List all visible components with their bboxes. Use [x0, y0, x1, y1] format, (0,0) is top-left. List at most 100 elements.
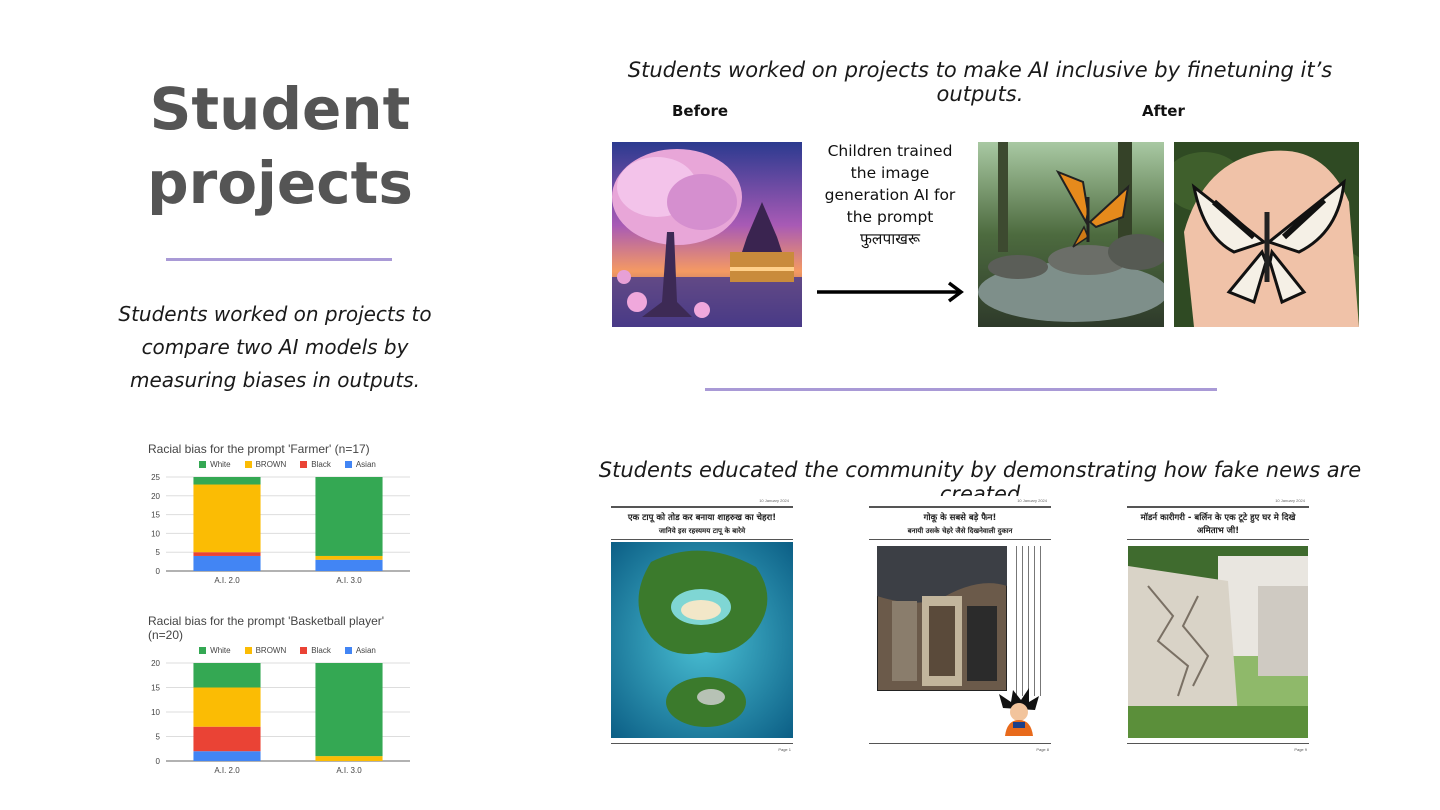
legend-item-white: White	[199, 646, 231, 655]
chart-svg: 0 5 10 15 20 A.I. 2.0 A.I. 3.0	[151, 659, 410, 775]
arrow-right-icon	[817, 281, 964, 303]
legend-item-asian: Asian	[344, 460, 376, 469]
legend-label: White	[210, 460, 231, 469]
bar-asian-a-i-2-0	[193, 555, 261, 571]
legend-swatch	[300, 461, 308, 468]
section-divider	[705, 388, 1217, 391]
newspaper-date: 10 January 2024	[1275, 498, 1305, 503]
legend-swatch	[300, 647, 308, 654]
fantasy-temple-tree-image	[612, 142, 802, 327]
bar-black-a-i-2-0	[193, 552, 261, 556]
divider	[611, 506, 793, 508]
after-image-2	[1174, 142, 1359, 327]
page-stripes	[1011, 546, 1045, 696]
bar-brown-a-i-2-0	[193, 484, 261, 553]
newspaper-page-3: 10 January 2024 मॉडर्न कारीगरी - बर्लिन …	[1127, 496, 1309, 752]
y-tick-label: 20	[151, 492, 160, 501]
bar-brown-a-i-3-0	[315, 756, 383, 761]
training-explanation: Children trained the image generation AI…	[824, 142, 956, 248]
goku-character-icon	[999, 688, 1039, 736]
bar-white-a-i-3-0	[315, 477, 383, 556]
chart-title: Racial bias for the prompt 'Farmer' (n=1…	[148, 442, 370, 456]
top-caption: Students worked on projects to make AI i…	[627, 58, 1333, 106]
y-tick-label: 25	[151, 473, 160, 482]
legend-label: Black	[311, 646, 331, 655]
newspaper-headline: मॉडर्न कारीगरी - बर्लिन के एक टूटे हुए घ…	[1127, 512, 1309, 538]
y-tick-label: 10	[151, 708, 160, 717]
page-title: Student projects	[147, 75, 413, 217]
y-tick-label: 5	[156, 548, 161, 557]
legend-swatch	[244, 647, 252, 654]
legend-swatch	[344, 461, 352, 468]
headline-text: गोकू के सबसे बड़े फैन!	[923, 513, 997, 523]
headline-text: एक टापू को तोड कर बनाया शाहरुख का चेहरा!	[627, 513, 777, 523]
y-tick-label: 10	[151, 529, 160, 538]
y-tick-label: 20	[151, 659, 160, 668]
legend-item-brown: BROWN	[244, 646, 287, 655]
chart-farmer: Racial bias for the prompt 'Farmer' (n=1…	[140, 442, 415, 593]
legend-item-black: Black	[300, 460, 331, 469]
x-tick-label: A.I. 3.0	[336, 576, 362, 585]
legend-label: BROWN	[255, 646, 287, 655]
newspaper-headline: गोकू के सबसे बड़े फैन! बनायी उसके चेहरे …	[869, 512, 1051, 538]
newspaper-page-1: 10 January 2024 एक टापू को तोड कर बनाया …	[611, 496, 793, 752]
divider	[1127, 743, 1309, 744]
divider	[611, 743, 793, 744]
subhead-text: बनायी उसके चेहरे जैसे दिखनेवाली दुकान	[907, 527, 1013, 535]
chart-svg: 0 5 10 15 20 25 A.I. 2.0 A.I. 3.0	[151, 473, 410, 585]
y-tick-label: 5	[156, 733, 161, 742]
y-tick-label: 15	[151, 684, 160, 693]
newspaper-headline: एक टापू को तोड कर बनाया शाहरुख का चेहरा!…	[611, 512, 793, 538]
headline-text: मॉडर्न कारीगरी - बर्लिन के एक टूटे हुए घ…	[1140, 513, 1296, 523]
after-label: After	[1142, 102, 1185, 120]
before-image	[612, 142, 802, 327]
subhead-text: जानिये इस रहस्यमय टापू के बारेमे	[658, 527, 746, 535]
legend-item-white: White	[199, 460, 231, 469]
page-number: Page 8	[1036, 747, 1049, 752]
divider	[611, 539, 793, 540]
divider	[869, 743, 1051, 744]
divider	[1127, 506, 1309, 508]
legend-label: White	[210, 646, 231, 655]
newspaper-date: 10 January 2024	[1017, 498, 1047, 503]
legend-swatch	[344, 647, 352, 654]
y-tick-label: 0	[156, 757, 161, 766]
y-tick-label: 0	[156, 567, 161, 576]
chart-legend: White BROWN Black Asian	[160, 646, 415, 655]
subhead-text: अमिताभ जी!	[1196, 526, 1240, 536]
bar-black-a-i-2-0	[193, 726, 261, 752]
bar-white-a-i-3-0	[315, 663, 383, 757]
butterfly-on-hand-image	[1174, 142, 1359, 327]
title-divider	[166, 258, 392, 261]
legend-label: Asian	[355, 460, 376, 469]
legend-label: Black	[311, 460, 331, 469]
x-tick-label: A.I. 3.0	[336, 766, 362, 775]
x-tick-label: A.I. 2.0	[214, 576, 240, 585]
left-description: Students worked on projects to compare t…	[118, 302, 432, 392]
island-face-image	[611, 542, 793, 738]
divider	[869, 539, 1051, 540]
shop-goku-image	[877, 546, 1007, 691]
bar-white-a-i-2-0	[193, 477, 261, 485]
cracked-wall-image	[1128, 546, 1308, 738]
bar-brown-a-i-3-0	[315, 555, 383, 560]
divider	[1127, 539, 1309, 540]
legend-swatch	[199, 647, 207, 654]
butterfly-on-stream-image	[978, 142, 1164, 327]
legend-item-brown: BROWN	[244, 460, 287, 469]
before-label: Before	[672, 102, 729, 120]
after-image-1	[978, 142, 1164, 327]
legend-item-asian: Asian	[344, 646, 376, 655]
newspaper-page-2: 10 January 2024 गोकू के सबसे बड़े फैन! ब…	[869, 496, 1051, 752]
bar-white-a-i-2-0	[193, 663, 261, 688]
legend-swatch	[199, 461, 207, 468]
page-number: Page 9	[1294, 747, 1307, 752]
legend-label: Asian	[355, 646, 376, 655]
legend-swatch	[244, 461, 252, 468]
x-tick-label: A.I. 2.0	[214, 766, 240, 775]
chart-basketball: Racial bias for the prompt 'Basketball p…	[140, 614, 415, 783]
bar-asian-a-i-3-0	[315, 559, 383, 571]
legend-label: BROWN	[255, 460, 287, 469]
chart-legend: White BROWN Black Asian	[160, 460, 415, 469]
chart-title: Racial bias for the prompt 'Basketball p…	[148, 614, 385, 642]
